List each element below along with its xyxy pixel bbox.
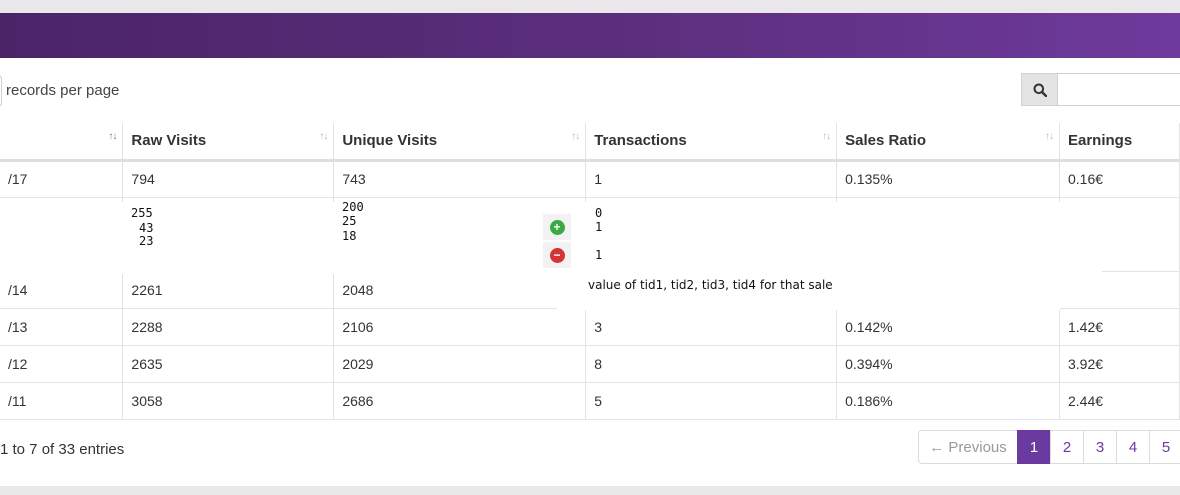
detail-transactions-value: 1: [595, 248, 603, 262]
cell-raw-visits: 3058: [122, 381, 335, 419]
minus-circle-icon: −: [549, 247, 565, 263]
cell-unique-visits: 2029: [333, 344, 587, 382]
table-row[interactable]: /17 794 743 1 0.135% 0.16€: [0, 159, 1180, 197]
pagination-page-2[interactable]: 2: [1050, 430, 1084, 464]
search-input[interactable]: [1057, 73, 1180, 106]
cell-raw-visits: 2635: [122, 344, 335, 382]
cell-date: /14: [0, 270, 124, 308]
sort-icon: ↑↓: [1045, 131, 1054, 142]
detail-unique-value: 25: [342, 214, 357, 228]
cell-sales-ratio: 0.142%: [836, 307, 1060, 345]
sort-icon: ↑↓: [571, 131, 580, 142]
cell-transactions: 1: [585, 159, 838, 197]
cell-date: /11: [0, 381, 124, 419]
table-info: 1 to 7 of 33 entries: [0, 441, 125, 458]
detail-unique-value: 200: [342, 200, 364, 214]
cell-raw-visits: 794: [122, 159, 335, 197]
cell-date: /12: [0, 344, 124, 382]
detail-transactions-value: 1: [595, 220, 603, 234]
pagination-page-4[interactable]: 4: [1116, 430, 1150, 464]
cell-transactions: 3: [585, 307, 838, 345]
cell-transactions: 8: [585, 344, 838, 382]
cell-earnings: 1.42€: [1059, 307, 1180, 345]
cell-earnings: 3.92€: [1059, 344, 1180, 382]
search-button[interactable]: [1021, 73, 1057, 106]
cell-unique-visits: 2048: [333, 270, 587, 308]
sort-desc-icon: ↑↓: [108, 131, 117, 142]
detail-raw-value: 255: [131, 206, 153, 220]
cell-raw-visits: 2261: [122, 270, 335, 308]
cell-earnings: [1059, 270, 1180, 308]
table-row[interactable]: /13 2288 2106 3 0.142% 1.42€: [0, 307, 1180, 345]
table-row[interactable]: /12 2635 2029 8 0.394% 3.92€: [0, 344, 1180, 382]
cell-unique-visits: 2686: [333, 381, 587, 419]
cell-earnings: 0.16€: [1059, 159, 1180, 197]
records-per-page-label: records per page: [6, 82, 120, 99]
detail-transactions-value: 0: [595, 206, 603, 220]
column-header-raw-visits[interactable]: Raw Visits ↑↓: [122, 123, 335, 162]
column-header-transactions[interactable]: Transactions ↑↓: [585, 123, 838, 162]
detail-note: value of tid1, tid2, tid3, tid4 for that…: [588, 278, 833, 292]
top-header-bar: [0, 13, 1180, 58]
column-header-sales-ratio[interactable]: Sales Ratio ↑↓: [836, 123, 1060, 162]
detail-raw-value: 43: [139, 221, 154, 235]
cell-date: /17: [0, 159, 124, 197]
sort-icon: ↑↓: [822, 131, 831, 142]
sort-icon: ↑↓: [319, 131, 328, 142]
cell-raw-visits: 2288: [122, 307, 335, 345]
data-table-panel: records per page ↑↓ Raw Visits ↑↓ Unique …: [0, 58, 1180, 486]
cell-transactions: 5: [585, 381, 838, 419]
records-per-page-select[interactable]: [0, 75, 2, 107]
cell-sales-ratio: 0.186%: [836, 381, 1060, 419]
detail-unique-value: 18: [342, 229, 357, 243]
pagination-page-3[interactable]: 3: [1083, 430, 1117, 464]
pagination: ← Previous 1 2 3 4 5: [918, 430, 1180, 464]
pagination-page-5[interactable]: 5: [1149, 430, 1180, 464]
collapse-row-button[interactable]: −: [543, 242, 571, 268]
detail-raw-value: 23: [139, 234, 154, 248]
column-header-unique-visits[interactable]: Unique Visits ↑↓: [333, 123, 587, 162]
cell-sales-ratio: 0.394%: [836, 344, 1060, 382]
cell-earnings: 2.44€: [1059, 381, 1180, 419]
column-header-earnings[interactable]: Earnings: [1059, 123, 1180, 162]
pagination-previous[interactable]: ← Previous: [918, 430, 1018, 464]
cell-sales-ratio: 0.135%: [836, 159, 1060, 197]
plus-circle-icon: +: [549, 219, 565, 235]
search-icon: [1033, 83, 1047, 97]
table-header-row: ↑↓ Raw Visits ↑↓ Unique Visits ↑↓ Transact…: [0, 123, 1180, 162]
pagination-page-1[interactable]: 1: [1017, 430, 1051, 464]
table-row[interactable]: /11 3058 2686 5 0.186% 2.44€: [0, 381, 1180, 419]
expand-row-button[interactable]: +: [543, 214, 571, 240]
cell-unique-visits: 2106: [333, 307, 587, 345]
cell-unique-visits: 743: [333, 159, 587, 197]
column-header-date[interactable]: ↑↓: [0, 123, 124, 162]
cell-date: /13: [0, 307, 124, 345]
